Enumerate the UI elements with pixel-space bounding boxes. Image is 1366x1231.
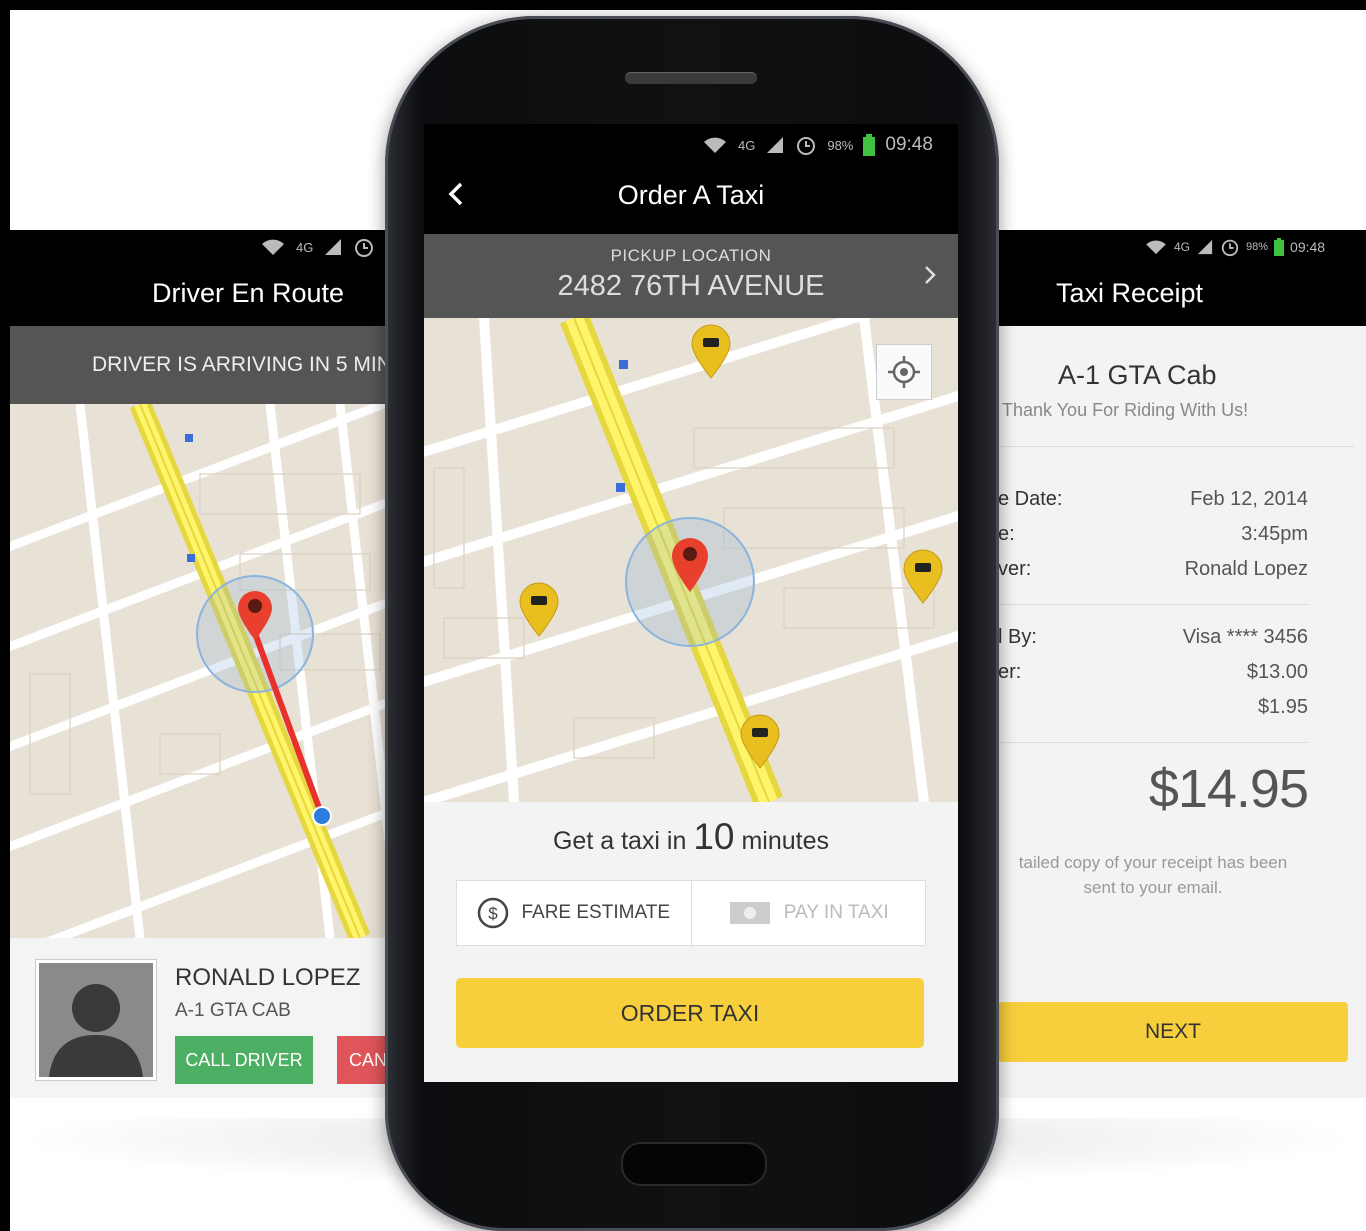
receipt-value-fare: $13.00 [1246, 661, 1308, 683]
home-button[interactable] [621, 1142, 767, 1186]
wifi-icon [262, 239, 284, 255]
call-driver-button[interactable]: CALL DRIVER [175, 1036, 313, 1084]
driver-name: RONALD LOPEZ [175, 964, 361, 991]
pickup-map[interactable] [424, 318, 958, 802]
battery-icon [863, 134, 876, 156]
battery-icon [1274, 238, 1285, 256]
receipt-note-line-1: tailed copy of your receipt has been [1018, 853, 1288, 872]
eta-prefix: Get a taxi in [552, 827, 687, 855]
status-bar: 4G [260, 232, 375, 262]
receipt-total: $14.95 [1148, 759, 1309, 819]
network-type: 4G [738, 137, 756, 153]
screen-title: Order A Taxi [617, 180, 765, 210]
receipt-value-time: 3:45pm [1241, 523, 1308, 545]
driver-avatar [36, 960, 156, 1080]
driver-en-route-screen: 4G Driver En Route DRIVER IS ARRIVING IN… [10, 230, 388, 1098]
next-button[interactable]: NEXT [998, 1002, 1348, 1062]
receipt-value-date: Feb 12, 2014 [1190, 488, 1308, 510]
wifi-icon [704, 137, 726, 153]
cancel-button[interactable]: CANCEL [337, 1036, 388, 1084]
signal-icon [767, 137, 784, 153]
receipt-company: A-1 GTA Cab [1058, 360, 1217, 390]
status-time: 09:48 [1290, 239, 1326, 255]
arrival-banner: DRIVER IS ARRIVING IN 5 MIN [10, 326, 388, 404]
app-bar: 4G Driver En Route [10, 230, 388, 326]
receipt-label-date: e Date: [998, 488, 1063, 510]
status-bar: 4G 98% 09:48 [702, 130, 933, 160]
battery-percent: 98% [1246, 241, 1269, 253]
divider [998, 446, 1354, 447]
order-taxi-screen: 4G 98% 09:48 Order A Taxi PICKUP LOCATIO… [424, 124, 958, 1082]
route-map-graphic [10, 404, 388, 938]
receipt-note-line-2: sent to your email. [1083, 878, 1223, 897]
receipt-thanks: Thank You For Riding With Us! [1002, 400, 1249, 420]
alarm-icon [355, 239, 374, 257]
status-bar: 4G 98% 09:48 [1144, 232, 1325, 262]
signal-icon [1197, 239, 1213, 255]
divider [998, 742, 1308, 743]
signal-icon [325, 239, 342, 255]
receipt-note: tailed copy of your receipt has been sen… [998, 850, 1308, 900]
eta-minutes: 10 [693, 816, 735, 857]
receipt-label-time: e: [998, 523, 1015, 545]
chevron-right-icon [925, 266, 936, 284]
locate-me-button[interactable] [876, 344, 932, 400]
wifi-icon [1146, 240, 1166, 255]
fare-estimate-label: FARE ESTIMATE [521, 902, 670, 923]
order-taxi-button[interactable]: ORDER TAXI [456, 978, 924, 1048]
frame-left-border [0, 0, 10, 1231]
eta-suffix: minutes [741, 827, 829, 855]
network-type: 4G [1174, 240, 1191, 254]
pickup-address: 2482 76TH AVENUE [557, 270, 825, 302]
network-type-4g: 4G [296, 239, 314, 255]
screen-title: Driver En Route [152, 278, 345, 308]
alarm-icon [1221, 239, 1239, 257]
pickup-label: PICKUP LOCATION [610, 246, 772, 265]
screen-title: Taxi Receipt [1056, 278, 1204, 308]
fare-estimate-option[interactable]: $ FARE ESTIMATE [457, 881, 692, 945]
eta-message: Get a taxi in 10 minutes [424, 816, 958, 858]
driver-panel: RONALD LOPEZ A-1 GTA CAB CALL DRIVER CAN… [10, 938, 388, 1098]
pay-in-taxi-option[interactable]: PAY IN TAXI [692, 881, 926, 945]
person-silhouette-icon [39, 963, 153, 1077]
taxi-receipt-screen: 4G 98% 09:48 Taxi Receipt A-1 GTA Cab Th… [998, 230, 1366, 1098]
pay-in-taxi-label: PAY IN TAXI [783, 902, 889, 923]
crosshair-icon [888, 356, 920, 388]
alarm-icon [797, 137, 816, 155]
payment-toggle: $ FARE ESTIMATE PAY IN TAXI [456, 880, 926, 946]
battery-percent: 98% [827, 137, 854, 153]
divider [998, 604, 1308, 605]
app-bar: 4G 98% 09:48 Taxi Receipt [998, 230, 1366, 326]
receipt-value-tip: $1.95 [1257, 696, 1308, 718]
cash-icon [729, 902, 770, 924]
app-bar: 4G 98% 09:48 Order A Taxi [424, 124, 958, 234]
frame-top-border [0, 0, 1366, 10]
status-time: 09:48 [885, 134, 933, 155]
route-map[interactable] [10, 404, 388, 938]
receipt-value-paid-by: Visa **** 3456 [1182, 626, 1308, 648]
pickup-location-bar[interactable]: PICKUP LOCATION 2482 76TH AVENUE [424, 234, 958, 318]
svg-text:$: $ [489, 904, 499, 923]
receipt-value-driver: Ronald Lopez [1184, 558, 1308, 580]
receipt-label-fare: er: [998, 661, 1022, 683]
receipt-label-paid-by: l By: [998, 626, 1037, 648]
phone-speaker [625, 72, 757, 84]
receipt-label-driver: ver: [998, 558, 1032, 580]
driver-company: A-1 GTA CAB [175, 1000, 291, 1021]
dollar-coin-icon: $ [478, 897, 509, 929]
